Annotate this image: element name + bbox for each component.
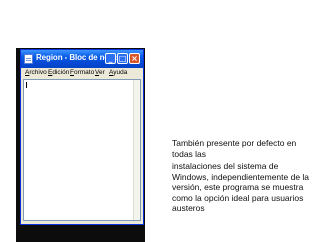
maximize-icon: □ — [118, 54, 127, 63]
minimize-button[interactable]: _ — [105, 53, 116, 64]
close-icon: × — [131, 54, 138, 63]
minimize-icon: _ — [108, 54, 113, 63]
caption-line-1: También presente por defecto en todas la… — [172, 138, 297, 159]
menu-formato[interactable]: Formato — [70, 69, 94, 76]
menu-ayuda[interactable]: Ayuda — [109, 69, 127, 76]
maximize-button[interactable]: □ — [117, 53, 128, 64]
menu-ver[interactable]: Ver — [95, 69, 105, 76]
text-caret — [26, 82, 27, 88]
menu-archivo[interactable]: Archivo — [25, 69, 47, 76]
notepad-window: Region - Bloc de notas _ □ × Archivo Edi… — [20, 49, 144, 225]
text-editor[interactable] — [23, 79, 141, 221]
vertical-scrollbar[interactable] — [133, 80, 140, 220]
menu-edicion[interactable]: Edición — [48, 69, 69, 76]
caption-text: También presente por defecto en todas la… — [172, 138, 312, 214]
title-bar[interactable]: Region - Bloc de notas _ □ × — [21, 50, 143, 68]
caption-line-2: instalaciones del sistema de Windows, in… — [172, 161, 310, 213]
close-button[interactable]: × — [129, 53, 140, 64]
menu-bar: Archivo Edición Formato Ver Ayuda — [21, 68, 143, 78]
notepad-icon — [24, 54, 33, 64]
